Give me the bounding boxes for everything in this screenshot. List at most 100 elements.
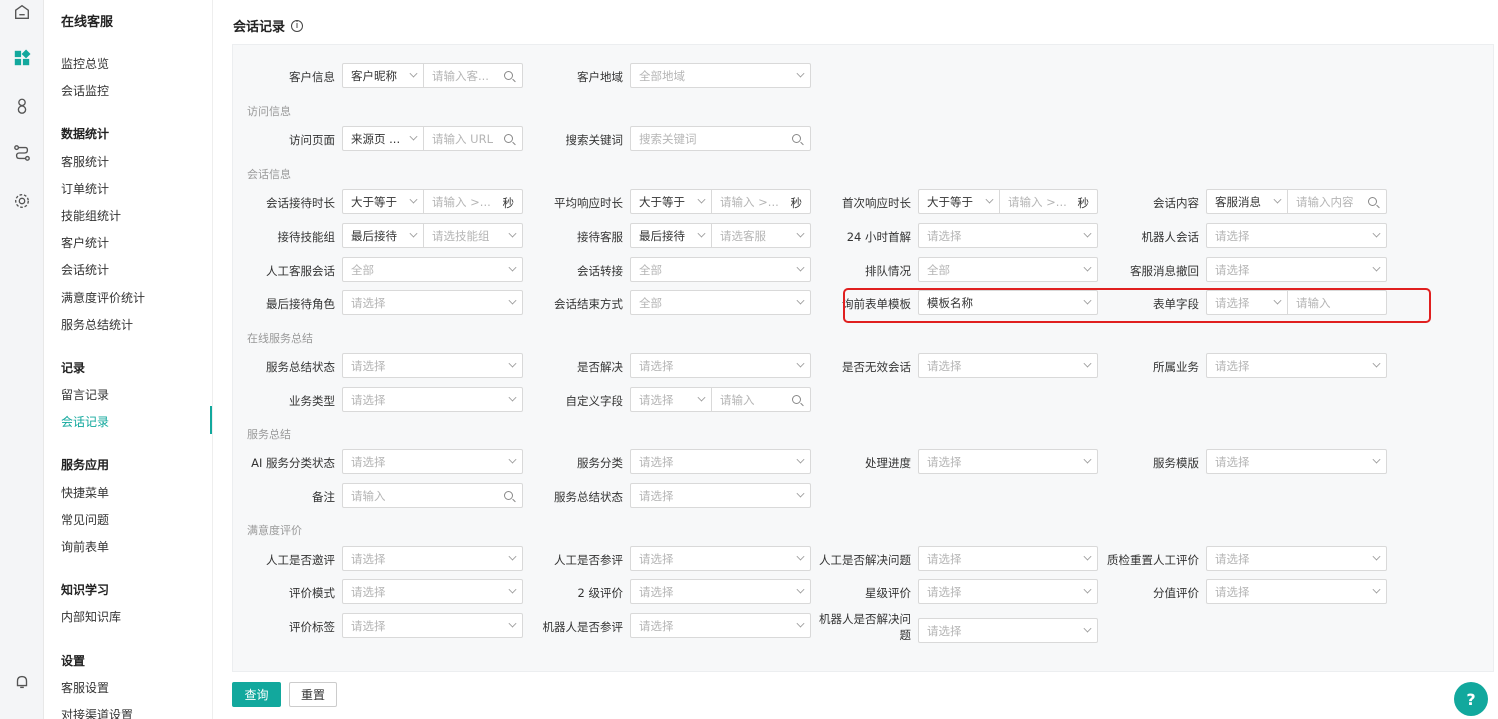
queue-status-select[interactable]: 全部 xyxy=(918,257,1098,282)
customer-info-select[interactable]: 客户昵称 xyxy=(343,64,423,87)
human-rated-select[interactable]: 请选择 xyxy=(630,546,811,571)
first-solve-select[interactable]: 请选择 xyxy=(918,223,1098,248)
remark-input[interactable]: 请输入 xyxy=(342,483,523,508)
reception-agent-select[interactable]: 最后接待 xyxy=(631,224,711,247)
visit-page-input[interactable]: 请输入 URL xyxy=(423,127,522,150)
customer-region-label: 客户地域 xyxy=(577,70,623,84)
msg-recall-select[interactable]: 请选择 xyxy=(1206,257,1387,282)
custom-field-select[interactable]: 请选择 xyxy=(631,388,711,411)
human-rated-label: 人工是否参评 xyxy=(554,553,623,567)
first-response-input[interactable]: 请输入 >... 秒 xyxy=(999,190,1097,213)
sidebar-item-session-stats[interactable]: 会话统计 xyxy=(61,261,109,278)
star-rating-select[interactable]: 请选择 xyxy=(918,579,1098,604)
sidebar-item-session-records[interactable]: 会话记录 xyxy=(61,413,109,430)
robot-solved-select[interactable]: 请选择 xyxy=(918,618,1098,643)
is-invalid-select[interactable]: 请选择 xyxy=(918,353,1098,378)
human-solved-label: 人工是否解决问题 xyxy=(819,553,911,567)
human-invited-select[interactable]: 请选择 xyxy=(342,546,523,571)
chevron-down-icon xyxy=(1083,455,1092,464)
end-method-select[interactable]: 全部 xyxy=(630,290,811,315)
sidebar-item-summary-stats[interactable]: 服务总结统计 xyxy=(61,316,133,333)
custom-field-label: 自定义字段 xyxy=(565,394,624,408)
sidebar-item-message-records[interactable]: 留言记录 xyxy=(61,386,109,403)
avg-response-input[interactable]: 请输入 >... 秒 xyxy=(711,190,810,213)
reception-skill-picker[interactable]: 请选技能组 xyxy=(423,224,522,247)
chevron-down-icon xyxy=(796,585,805,594)
apps-icon[interactable] xyxy=(12,48,32,68)
avg-response-field: 大于等于 请输入 >... 秒 xyxy=(630,189,811,214)
rating-tag-select[interactable]: 请选择 xyxy=(342,613,523,638)
summary-status-select[interactable]: 请选择 xyxy=(342,353,523,378)
chevron-down-icon xyxy=(796,69,805,78)
sidebar-item-agent-stats[interactable]: 客服统计 xyxy=(61,153,109,170)
sidebar-item-session-monitor[interactable]: 会话监控 xyxy=(61,82,109,99)
query-button[interactable]: 查询 xyxy=(232,682,281,707)
human-solved-select[interactable]: 请选择 xyxy=(918,546,1098,571)
session-content-select[interactable]: 客服消息 xyxy=(1207,190,1287,213)
sidebar-group-knowledge: 知识学习 xyxy=(61,583,110,597)
highlight-box xyxy=(843,288,1431,323)
home-icon[interactable] xyxy=(12,2,32,22)
level2-rating-select[interactable]: 请选择 xyxy=(630,579,811,604)
customer-info-field: 客户昵称 请输入客... xyxy=(342,63,523,88)
msg-recall-label: 客服消息撤回 xyxy=(1130,264,1199,278)
info-icon[interactable]: i xyxy=(291,19,304,32)
qc-reset-select[interactable]: 请选择 xyxy=(1206,546,1387,571)
human-session-select[interactable]: 全部 xyxy=(342,257,523,282)
qc-reset-label: 质检重置人工评价 xyxy=(1107,553,1199,567)
avg-response-select[interactable]: 大于等于 xyxy=(631,190,711,213)
service-template-select[interactable]: 请选择 xyxy=(1206,449,1387,474)
visit-page-select[interactable]: 来源页 ... xyxy=(343,127,423,150)
robot-session-select[interactable]: 请选择 xyxy=(1206,223,1387,248)
rating-mode-select[interactable]: 请选择 xyxy=(342,579,523,604)
is-solved-select[interactable]: 请选择 xyxy=(630,353,811,378)
reception-skill-select[interactable]: 最后接待 xyxy=(343,224,423,247)
chevron-down-icon xyxy=(1372,263,1381,272)
reset-button[interactable]: 重置 xyxy=(289,682,337,707)
ai-classify-select[interactable]: 请选择 xyxy=(342,449,523,474)
sidebar-item-monitor-overview[interactable]: 监控总览 xyxy=(61,55,109,72)
sidebar-item-agent-settings[interactable]: 客服设置 xyxy=(61,679,109,696)
reception-skill-label: 接待技能组 xyxy=(277,230,336,244)
progress-select[interactable]: 请选择 xyxy=(918,449,1098,474)
sidebar: 在线客服 监控总览 会话监控 数据统计 客服统计 订单统计 技能组统计 客户统计… xyxy=(45,0,213,719)
sidebar-item-preform[interactable]: 询前表单 xyxy=(61,538,109,555)
chevron-down-icon xyxy=(409,69,418,78)
service-class-select[interactable]: 请选择 xyxy=(630,449,811,474)
ai-classify-label: AI 服务分类状态 xyxy=(251,456,335,470)
sidebar-item-satisfaction-stats[interactable]: 满意度评价统计 xyxy=(61,289,145,306)
last-role-select[interactable]: 请选择 xyxy=(342,290,523,315)
session-transfer-select[interactable]: 全部 xyxy=(630,257,811,282)
summary-status2-select[interactable]: 请选择 xyxy=(630,483,811,508)
sidebar-item-faq[interactable]: 常见问题 xyxy=(61,511,109,528)
robot-rated-select[interactable]: 请选择 xyxy=(630,613,811,638)
app-title: 在线客服 xyxy=(61,15,114,30)
business-type-select[interactable]: 请选择 xyxy=(342,387,523,412)
search-keyword-input[interactable]: 搜索关键词 xyxy=(630,126,811,151)
custom-field-input[interactable]: 请输入 xyxy=(711,388,810,411)
user-icon[interactable] xyxy=(12,96,32,116)
sidebar-item-customer-stats[interactable]: 客户统计 xyxy=(61,234,109,251)
score-rating-select[interactable]: 请选择 xyxy=(1206,579,1387,604)
visit-page-label: 访问页面 xyxy=(289,133,335,147)
reception-duration-select[interactable]: 大于等于 xyxy=(343,190,423,213)
sidebar-item-skill-stats[interactable]: 技能组统计 xyxy=(61,207,121,224)
session-content-input[interactable]: 请输入内容 xyxy=(1287,190,1386,213)
customer-info-input[interactable]: 请输入客... xyxy=(423,64,522,87)
gear-icon[interactable] xyxy=(12,191,32,211)
sidebar-item-channel-settings[interactable]: 对接渠道设置 xyxy=(61,706,133,719)
reception-duration-input[interactable]: 请输入 >... 秒 xyxy=(423,190,522,213)
customer-region-select[interactable]: 全部地域 xyxy=(630,63,811,88)
sidebar-item-quick-menu[interactable]: 快捷菜单 xyxy=(61,484,109,501)
sidebar-item-knowledge-base[interactable]: 内部知识库 xyxy=(61,608,121,625)
first-response-select[interactable]: 大于等于 xyxy=(919,190,999,213)
business-select[interactable]: 请选择 xyxy=(1206,353,1387,378)
chevron-down-icon xyxy=(508,455,517,464)
flow-icon[interactable] xyxy=(12,143,32,163)
sidebar-item-order-stats[interactable]: 订单统计 xyxy=(61,180,109,197)
robot-solved-label: 机器人是否解决问题 xyxy=(819,612,911,642)
help-button[interactable]: ? xyxy=(1454,682,1488,716)
bell-icon[interactable] xyxy=(12,672,32,692)
reception-agent-picker[interactable]: 请选客服 xyxy=(711,224,810,247)
business-label: 所属业务 xyxy=(1153,360,1199,374)
